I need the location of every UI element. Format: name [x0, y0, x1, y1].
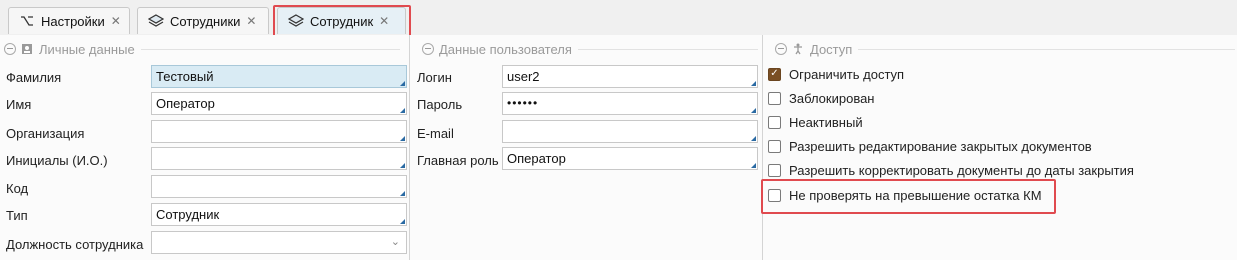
field-corner-marker — [400, 191, 405, 196]
layers-icon — [288, 13, 304, 29]
restrict-access-option[interactable]: ✓ Ограничить доступ — [768, 65, 904, 83]
surname-value: Тестовый — [156, 69, 214, 84]
tab-employee-label: Сотрудник — [310, 13, 374, 29]
field-corner-marker — [400, 108, 405, 113]
email-field[interactable] — [502, 120, 758, 143]
code-label: Код — [6, 181, 29, 196]
tab-employee-close-icon[interactable]: ✕ — [379, 14, 389, 28]
section-divider — [140, 48, 400, 50]
password-value: •••••• — [507, 96, 539, 110]
tab-settings[interactable]: Настройки ✕ — [8, 7, 130, 34]
tab-employees-close-icon[interactable]: ✕ — [246, 14, 256, 28]
inactive-option[interactable]: Неактивный — [768, 113, 863, 131]
initials-label: Инициалы (И.О.) — [6, 153, 108, 168]
user-data-title: Данные пользователя — [439, 41, 572, 57]
user-data-panel: Данные пользователя Логин user2 Пароль •… — [410, 35, 763, 260]
name-field[interactable]: Оператор — [151, 92, 407, 115]
surname-label: Фамилия — [6, 70, 62, 85]
settings-icon — [19, 13, 35, 29]
field-corner-marker — [751, 108, 756, 113]
login-label: Логин — [417, 70, 452, 85]
email-label: E-mail — [417, 126, 454, 141]
password-label: Пароль — [417, 97, 463, 112]
blocked-option[interactable]: Заблокирован — [768, 89, 874, 107]
collapse-icon[interactable] — [775, 43, 787, 55]
access-header[interactable]: Доступ — [775, 41, 1235, 57]
field-corner-marker — [400, 136, 405, 141]
tab-employees[interactable]: Сотрудники ✕ — [137, 7, 269, 34]
accessibility-icon — [792, 43, 804, 55]
allow-edit-closed-label: Разрешить редактирование закрытых докуме… — [789, 138, 1092, 154]
login-field[interactable]: user2 — [502, 65, 758, 88]
tab-employees-label: Сотрудники — [170, 13, 241, 29]
main-role-value: Оператор — [507, 151, 566, 166]
layers-icon — [148, 13, 164, 29]
field-corner-marker — [400, 163, 405, 168]
allow-edit-closed-option[interactable]: Разрешить редактирование закрытых докуме… — [768, 137, 1092, 155]
field-corner-marker — [400, 81, 405, 86]
skip-km-check-label: Не проверять на превышение остатка КМ — [789, 187, 1042, 203]
organization-label: Организация — [6, 126, 85, 141]
tab-employee[interactable]: Сотрудник ✕ — [277, 7, 406, 34]
blocked-label: Заблокирован — [789, 90, 875, 106]
user-data-header[interactable]: Данные пользователя — [422, 41, 758, 57]
section-divider — [577, 48, 758, 50]
personal-data-title: Личные данные — [39, 41, 135, 57]
chevron-down-icon[interactable]: ⌄ — [391, 235, 400, 248]
tab-bar: Настройки ✕ Сотрудники ✕ Сотрудник ✕ — [0, 0, 1237, 36]
main-role-label: Главная роль — [417, 153, 499, 168]
checkbox[interactable] — [768, 91, 781, 105]
organization-field[interactable] — [151, 120, 407, 143]
type-field[interactable]: Сотрудник — [151, 203, 407, 226]
checkbox[interactable] — [768, 115, 781, 129]
checkbox[interactable] — [768, 188, 781, 202]
main-role-field[interactable]: Оператор — [502, 147, 758, 170]
tab-settings-label: Настройки — [41, 13, 105, 29]
field-corner-marker — [751, 163, 756, 168]
tab-settings-close-icon[interactable]: ✕ — [111, 14, 121, 28]
password-field[interactable]: •••••• — [502, 92, 758, 115]
field-corner-marker — [400, 219, 405, 224]
surname-field[interactable]: Тестовый — [151, 65, 407, 88]
checkbox-checked[interactable]: ✓ — [768, 67, 781, 81]
name-value: Оператор — [156, 96, 215, 111]
personal-data-header[interactable]: Личные данные — [4, 41, 400, 57]
checkbox[interactable] — [768, 139, 781, 153]
type-value: Сотрудник — [156, 207, 220, 222]
inactive-label: Неактивный — [789, 114, 863, 130]
personal-data-panel: Личные данные Фамилия Тестовый Имя Опера… — [0, 35, 410, 260]
type-label: Тип — [6, 208, 28, 223]
initials-field[interactable] — [151, 147, 407, 170]
position-select[interactable]: ⌄ — [151, 231, 407, 254]
name-label: Имя — [6, 97, 32, 112]
skip-km-check-option[interactable]: Не проверять на превышение остатка КМ — [768, 186, 1042, 204]
login-value: user2 — [507, 69, 540, 84]
access-panel: Доступ ✓ Ограничить доступ Заблокирован … — [763, 35, 1237, 260]
field-corner-marker — [751, 136, 756, 141]
allow-correct-before-close-option[interactable]: Разрешить корректировать документы до да… — [768, 161, 1134, 179]
position-label: Должность сотрудника — [6, 237, 144, 252]
allow-correct-before-close-label: Разрешить корректировать документы до да… — [789, 162, 1134, 178]
person-card-icon — [21, 43, 33, 55]
code-field[interactable] — [151, 175, 407, 198]
field-corner-marker — [751, 81, 756, 86]
section-divider — [858, 48, 1235, 50]
checkbox[interactable] — [768, 163, 781, 177]
access-title: Доступ — [810, 41, 853, 57]
collapse-icon[interactable] — [422, 43, 434, 55]
restrict-access-label: Ограничить доступ — [789, 66, 905, 82]
collapse-icon[interactable] — [4, 43, 16, 55]
